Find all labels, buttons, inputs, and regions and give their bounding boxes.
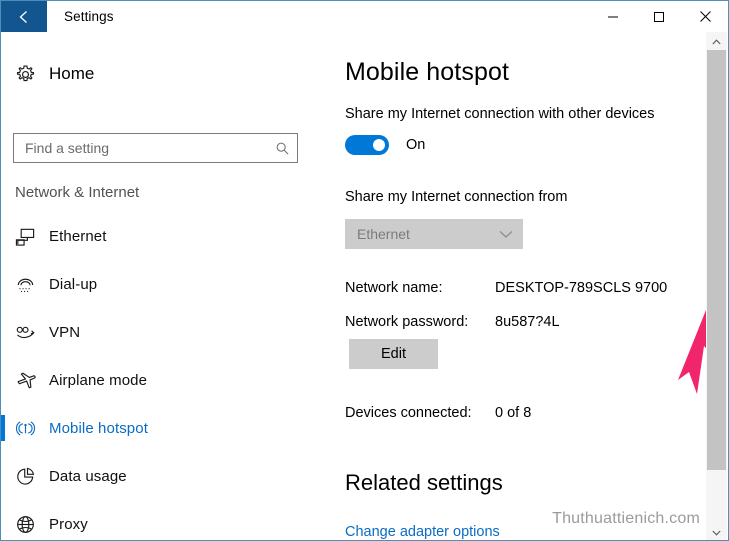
sidebar: Home Network & Internet [1, 32, 321, 540]
sidebar-item-label: VPN [49, 323, 81, 341]
toggle-knob [373, 139, 385, 151]
search-box[interactable] [13, 133, 298, 163]
selection-indicator [1, 463, 5, 489]
sidebar-nav-list: Ethernet Dial-up VPN Airplane mode Mobil… [1, 212, 321, 540]
airplane-icon [1, 370, 49, 391]
ethernet-icon [1, 226, 49, 247]
search-icon [267, 141, 297, 156]
dialup-icon [1, 274, 49, 295]
vpn-icon [1, 322, 49, 343]
sidebar-item-vpn[interactable]: VPN [1, 308, 321, 356]
toggle-state-label: On [406, 137, 426, 153]
sidebar-item-home[interactable]: Home [1, 55, 321, 93]
network-password-value: 8u587?4L [495, 314, 560, 330]
sidebar-item-airplane-mode[interactable]: Airplane mode [1, 356, 321, 404]
chevron-down-icon [712, 523, 721, 540]
globe-icon [1, 514, 49, 535]
maximize-button[interactable] [636, 1, 682, 32]
selection-indicator [1, 271, 5, 297]
sidebar-item-mobile-hotspot[interactable]: Mobile hotspot [1, 404, 321, 452]
connection-source-value: Ethernet [357, 226, 410, 242]
sidebar-item-label: Data usage [49, 467, 127, 485]
sidebar-item-home-label: Home [49, 64, 95, 83]
share-from-label: Share my Internet connection from [345, 189, 568, 205]
pie-chart-icon [1, 466, 49, 487]
selection-indicator [1, 367, 5, 393]
share-connection-label: Share my Internet connection with other … [345, 106, 655, 122]
sidebar-item-label: Airplane mode [49, 371, 148, 389]
minimize-button[interactable] [590, 1, 636, 32]
devices-connected-key: Devices connected: [345, 405, 472, 421]
scrollbar-thumb[interactable] [707, 50, 726, 470]
devices-connected-row: Devices connected: 0 of 8 [345, 405, 685, 427]
sidebar-item-label: Mobile hotspot [49, 419, 148, 437]
sidebar-item-proxy[interactable]: Proxy [1, 500, 321, 540]
main-content: Mobile hotspot Share my Internet connect… [321, 32, 708, 540]
sidebar-item-data-usage[interactable]: Data usage [1, 452, 321, 500]
connection-source-dropdown[interactable]: Ethernet [345, 219, 523, 249]
close-icon [699, 10, 712, 23]
network-password-row: Network password: 8u587?4L [345, 314, 685, 336]
sidebar-category-label: Network & Internet [15, 184, 140, 201]
network-name-value: DESKTOP-789SCLS 9700 [495, 280, 668, 296]
scroll-down-button[interactable] [706, 523, 727, 540]
selection-indicator [1, 223, 5, 249]
sidebar-item-label: Dial-up [49, 275, 98, 293]
share-connection-toggle[interactable] [345, 135, 389, 155]
edit-button[interactable]: Edit [349, 339, 438, 369]
hotspot-icon [1, 418, 49, 439]
network-password-key: Network password: [345, 314, 469, 330]
close-button[interactable] [682, 1, 728, 32]
maximize-icon [653, 11, 665, 23]
title-bar: Settings [1, 1, 728, 32]
selection-indicator [1, 511, 5, 537]
sidebar-item-dial-up[interactable]: Dial-up [1, 260, 321, 308]
window-title: Settings [64, 9, 114, 24]
search-input[interactable] [14, 135, 267, 161]
gear-icon [1, 64, 49, 85]
page-title: Mobile hotspot [345, 58, 509, 86]
change-adapter-options-link[interactable]: Change adapter options [345, 524, 500, 540]
scroll-up-button[interactable] [706, 32, 727, 50]
back-button[interactable] [1, 1, 47, 32]
chevron-down-icon [489, 230, 523, 239]
related-settings-heading: Related settings [345, 470, 503, 495]
minimize-icon [607, 11, 619, 23]
sidebar-item-ethernet[interactable]: Ethernet [1, 212, 321, 260]
vertical-scrollbar[interactable] [706, 32, 727, 540]
network-name-row: Network name: DESKTOP-789SCLS 9700 [345, 280, 685, 302]
sidebar-item-label: Ethernet [49, 227, 107, 245]
share-connection-toggle-row: On [345, 133, 425, 157]
selection-indicator [1, 415, 5, 441]
selection-indicator [1, 319, 5, 345]
chevron-up-icon [712, 32, 721, 50]
sidebar-item-label: Proxy [49, 515, 88, 533]
network-name-key: Network name: [345, 280, 443, 296]
devices-connected-value: 0 of 8 [495, 405, 532, 421]
back-arrow-icon [14, 7, 34, 27]
settings-window: Settings Home Find a setting Network & I… [0, 0, 729, 541]
